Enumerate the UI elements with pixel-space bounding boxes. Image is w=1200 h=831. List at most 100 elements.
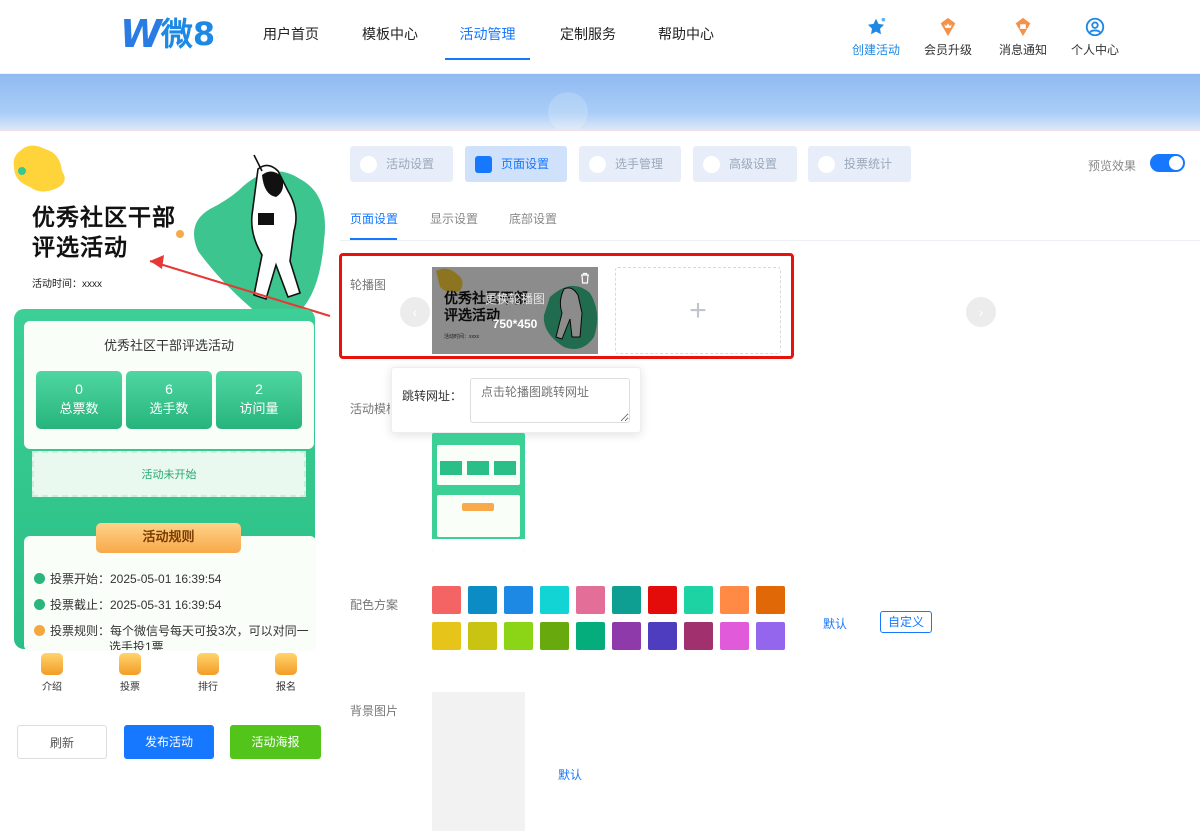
color-swatch[interactable]	[612, 622, 641, 650]
rule-end: 投票截止：2025-05-31 16:39:54	[34, 596, 221, 613]
color-swatch[interactable]	[648, 622, 677, 650]
jump-url-popover: 跳转网址：	[391, 367, 641, 433]
tab-label: 活动设置	[386, 157, 435, 171]
tab-vote[interactable]: 投票	[100, 653, 160, 693]
tab-signup[interactable]: 报名	[256, 653, 316, 693]
background-thumb[interactable]	[432, 692, 525, 831]
edit-icon	[275, 653, 297, 675]
poster-title-line1: 优秀社区干部	[32, 205, 176, 231]
member-upgrade-label: 会员升级	[923, 43, 972, 57]
create-activity-button[interactable]: 创建活动	[836, 16, 916, 58]
heart-icon	[360, 156, 377, 173]
tab-label: 投票统计	[844, 157, 893, 171]
color-swatch[interactable]	[504, 586, 533, 614]
color-swatch[interactable]	[540, 586, 569, 614]
star-icon	[865, 16, 887, 38]
tab-label: 投票	[120, 682, 140, 693]
color-swatch[interactable]	[432, 586, 461, 614]
crown-icon	[937, 16, 959, 38]
person-icon	[589, 156, 606, 173]
highlight-box	[339, 253, 794, 359]
tab-label: 排行	[198, 682, 218, 693]
color-custom-button[interactable]: 自定义	[880, 611, 932, 633]
thumb-tabbar	[432, 539, 525, 551]
user-icon	[1084, 16, 1106, 38]
jump-url-input[interactable]	[470, 378, 630, 423]
tab-ranking[interactable]: 排行	[178, 653, 238, 693]
color-swatch[interactable]	[684, 622, 713, 650]
thumb-stat	[467, 461, 489, 475]
background-default-button[interactable]: 默认	[558, 766, 582, 783]
tab-vote-stats[interactable]: 投票统计	[808, 146, 911, 182]
stat-label: 总票数	[59, 401, 99, 416]
color-swatch[interactable]	[468, 622, 497, 650]
color-swatch[interactable]	[720, 586, 749, 614]
user-center-button[interactable]: 个人中心	[1055, 16, 1135, 58]
preview-toggle[interactable]	[1150, 154, 1185, 172]
template-label: 活动模板	[350, 402, 390, 416]
stat-label: 选手数	[149, 401, 189, 416]
stat-value: 6	[165, 381, 173, 397]
tab-page-settings[interactable]: 页面设置	[465, 146, 567, 182]
color-swatch[interactable]	[648, 586, 677, 614]
nav-templates[interactable]: 模板中心	[362, 0, 418, 60]
color-swatch[interactable]	[684, 586, 713, 614]
stat-visits: 2 访问量	[216, 371, 302, 429]
color-swatch[interactable]	[576, 586, 605, 614]
subtab-footer[interactable]: 底部设置	[509, 210, 557, 227]
subtab-display[interactable]: 显示设置	[430, 210, 478, 227]
trophy-icon	[197, 653, 219, 675]
nav-help[interactable]: 帮助中心	[658, 0, 714, 60]
publish-button[interactable]: 发布活动	[124, 725, 214, 759]
rule-vote: 投票规则：每个微信号每天可投3次，可以对同一	[34, 622, 309, 639]
color-swatch[interactable]	[504, 622, 533, 650]
vote-icon	[119, 653, 141, 675]
tab-contestants[interactable]: 选手管理	[579, 146, 681, 182]
tab-label: 页面设置	[501, 157, 550, 171]
color-swatch[interactable]	[756, 586, 785, 614]
carousel-next-button[interactable]: ›	[966, 297, 996, 327]
activity-status: 活动未开始	[141, 469, 197, 481]
subtab-page[interactable]: 页面设置	[350, 210, 398, 227]
template-thumb[interactable]	[432, 433, 525, 551]
notifications-label: 消息通知	[998, 43, 1047, 57]
color-swatch[interactable]	[432, 622, 461, 650]
nav-activity-management[interactable]: 活动管理	[445, 0, 530, 60]
color-swatch[interactable]	[612, 586, 641, 614]
color-swatch[interactable]	[576, 622, 605, 650]
tab-label: 高级设置	[729, 157, 778, 171]
color-swatch[interactable]	[540, 622, 569, 650]
tab-activity-settings[interactable]: 活动设置	[350, 146, 453, 182]
stat-label: 访问量	[239, 401, 279, 416]
tab-label: 报名	[276, 682, 296, 693]
color-swatch[interactable]	[720, 622, 749, 650]
stat-value: 0	[75, 381, 83, 397]
nav-home[interactable]: 用户首页	[263, 0, 319, 60]
clock-icon	[34, 573, 45, 584]
rule-text: 投票开始：2025-05-01 16:39:54	[50, 572, 222, 586]
poster-button[interactable]: 活动海报	[230, 725, 321, 759]
tab-label: 选手管理	[615, 157, 664, 171]
sliders-icon	[703, 156, 720, 173]
notifications-button[interactable]: 消息通知	[983, 16, 1063, 58]
poster-title-line2: 评选活动	[32, 235, 128, 261]
refresh-button[interactable]: 刷新	[17, 725, 107, 759]
rule-text: 投票规则：每个微信号每天可投3次，可以对同一	[50, 624, 309, 638]
stat-contestants: 6 选手数	[126, 371, 212, 429]
create-activity-label: 创建活动	[851, 43, 900, 57]
tab-intro[interactable]: 介绍	[22, 653, 82, 693]
nav-custom-service[interactable]: 定制服务	[560, 0, 616, 60]
thumb-stat	[440, 461, 462, 475]
member-upgrade-button[interactable]: 会员升级	[908, 16, 988, 58]
color-swatch[interactable]	[756, 622, 785, 650]
tab-label: 介绍	[42, 682, 62, 693]
rule-start: 投票开始：2025-05-01 16:39:54	[34, 570, 221, 587]
logo[interactable]: W 微8	[120, 14, 215, 54]
stat-total-votes: 0 总票数	[36, 371, 122, 429]
grid-icon	[475, 156, 492, 173]
top-banner	[0, 74, 1200, 132]
tab-advanced[interactable]: 高级设置	[693, 146, 797, 182]
rule-text: 投票截止：2025-05-31 16:39:54	[50, 598, 222, 612]
color-default-button[interactable]: 默认	[823, 615, 847, 632]
color-swatch[interactable]	[468, 586, 497, 614]
